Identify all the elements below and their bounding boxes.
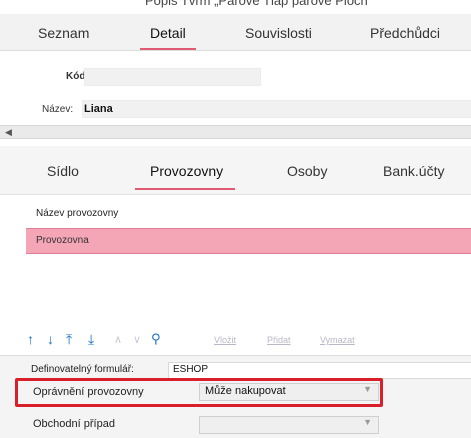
horizontal-scrollbar[interactable]: ◀ [0, 125, 471, 139]
main-tabbar: Seznam Detail Souvislosti Předchůdci [0, 14, 471, 51]
cropped-title: Popis Tvrm „Párové Tlap párové Ploch [0, 0, 471, 12]
tab-osoby[interactable]: Osoby [287, 163, 327, 179]
tab-bank-ucty[interactable]: Bank.účty [383, 163, 444, 179]
tab-provozovny-underline [135, 188, 235, 190]
nazev-field[interactable] [82, 100, 471, 118]
pridat-link[interactable]: Přidat [267, 335, 291, 345]
table-row[interactable]: Provozovna [26, 228, 471, 254]
grid-column-header[interactable]: Název provozovny [36, 208, 118, 219]
search-icon[interactable]: ⚲ [151, 331, 161, 347]
tab-sidlo[interactable]: Sídlo [47, 163, 79, 179]
highlight-annotation-box [15, 378, 383, 407]
vlozit-link[interactable]: Vložit [214, 335, 236, 345]
chevron-down-icon: ▼ [363, 417, 372, 427]
tab-predchudci[interactable]: Předchůdci [370, 25, 440, 41]
tab-seznam[interactable]: Seznam [38, 25, 89, 41]
provozovny-grid: Název provozovny [0, 195, 471, 335]
tab-detail-underline [140, 48, 196, 50]
nazev-label: Název: [42, 104, 74, 115]
kod-field[interactable] [84, 68, 261, 86]
vymazat-link[interactable]: Vymazat [320, 335, 355, 345]
grid-toolbar: ↑ ↓ ⤒ ⤓ ∧ ∨ ⚲ Vložit Přidat Vymazat [0, 331, 471, 353]
definovatelny-label: Definovatelný formulář: [31, 364, 134, 375]
table-cell-name: Provozovna [36, 235, 89, 246]
nazev-value: Liana [84, 103, 113, 115]
tab-detail[interactable]: Detail [150, 25, 186, 41]
chevron-up-icon[interactable]: ∧ [114, 333, 122, 346]
move-up-icon[interactable]: ↑ [27, 331, 34, 347]
chevron-down-icon[interactable]: ∨ [133, 333, 141, 346]
sub-tabbar: Sídlo Provozovny Osoby Bank.účty [0, 146, 471, 195]
cropped-title-text: Popis Tvrm „Párové Tlap párové Ploch [145, 0, 368, 8]
obchodni-select[interactable]: ▼ [199, 416, 379, 434]
obchodni-label: Obchodní případ [33, 418, 115, 430]
move-top-icon[interactable]: ⤒ [66, 331, 72, 348]
move-bottom-icon[interactable]: ⤓ [88, 331, 94, 348]
move-down-icon[interactable]: ↓ [47, 331, 54, 347]
definovatelny-field[interactable]: ESHOP [168, 362, 471, 379]
scroll-left-icon[interactable]: ◀ [5, 126, 12, 138]
definovatelny-value: ESHOP [173, 364, 209, 375]
tab-provozovny[interactable]: Provozovny [150, 163, 223, 179]
tab-souvislosti[interactable]: Souvislosti [245, 25, 312, 41]
